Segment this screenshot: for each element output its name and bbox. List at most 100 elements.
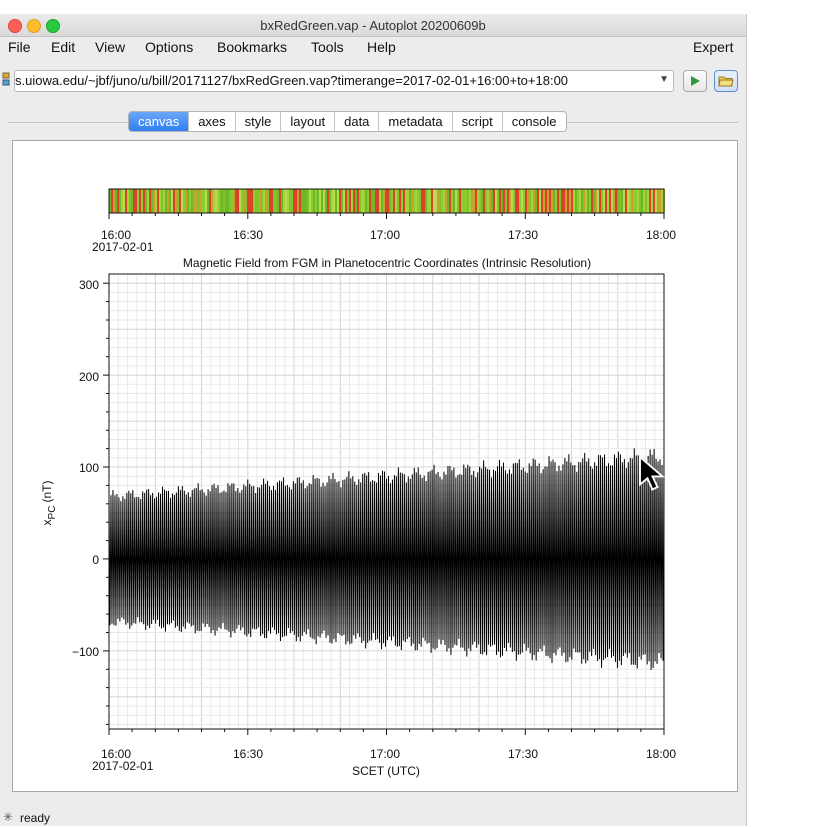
color-strip-cell bbox=[375, 189, 377, 213]
address-input[interactable]: s.uiowa.edu/~jbf/juno/u/bill/20171127/bx… bbox=[14, 70, 674, 92]
color-strip-cell bbox=[249, 189, 251, 213]
tab-style[interactable]: style bbox=[236, 112, 282, 131]
tab-axes[interactable]: axes bbox=[189, 112, 236, 131]
x-date-label: 2017-02-01 bbox=[92, 759, 154, 773]
color-strip-cell bbox=[577, 189, 579, 213]
color-strip-cell bbox=[609, 189, 611, 213]
color-strip-cell bbox=[199, 189, 201, 213]
color-strip-cell bbox=[583, 189, 585, 213]
color-strip-cell bbox=[645, 189, 647, 213]
color-strip-cell bbox=[591, 189, 593, 213]
color-strip-cell bbox=[297, 189, 299, 213]
color-strip-cell bbox=[489, 189, 491, 213]
color-strip-cell bbox=[659, 189, 661, 213]
color-strip-cell bbox=[473, 189, 475, 213]
color-strip-cell bbox=[117, 189, 119, 213]
spinner-icon: ✳ bbox=[3, 810, 14, 824]
color-strip-cell bbox=[601, 189, 603, 213]
menu-tools[interactable]: Tools bbox=[311, 39, 344, 55]
tab-script[interactable]: script bbox=[453, 112, 503, 131]
color-strip-cell bbox=[595, 189, 597, 213]
plot-svg[interactable]: 16:00 16:30 17:00 17:30 18:00 2017-02-01… bbox=[13, 141, 737, 791]
menu-expert[interactable]: Expert bbox=[693, 39, 733, 55]
color-strip-cell bbox=[657, 189, 659, 213]
color-strip-cell bbox=[225, 189, 227, 213]
menu-help[interactable]: Help bbox=[367, 39, 396, 55]
color-strip-cell bbox=[533, 189, 535, 213]
color-strip-cell bbox=[605, 189, 607, 213]
color-strip-cell bbox=[425, 189, 427, 213]
plot-title: Magnetic Field from FGM in Planetocentri… bbox=[183, 256, 591, 270]
color-strip-cell bbox=[651, 189, 653, 213]
color-strip-cell bbox=[337, 189, 339, 213]
color-strip-cell bbox=[179, 189, 181, 213]
color-strip-cell bbox=[257, 189, 259, 213]
color-strip-cell bbox=[487, 189, 489, 213]
color-strip-cell bbox=[151, 189, 153, 213]
color-strip-cell bbox=[243, 189, 245, 213]
menu-edit[interactable]: Edit bbox=[51, 39, 75, 55]
tab-canvas[interactable]: canvas bbox=[129, 112, 190, 131]
color-strip-cell bbox=[181, 189, 183, 213]
color-strip-cell bbox=[345, 189, 347, 213]
color-strip-cell bbox=[615, 189, 617, 213]
color-strip-cell bbox=[271, 189, 273, 213]
color-strip-cell bbox=[597, 189, 599, 213]
color-strip-cell bbox=[423, 189, 425, 213]
color-strip-cell bbox=[281, 189, 283, 213]
color-strip-panel[interactable] bbox=[108, 188, 665, 214]
plot-canvas[interactable]: 16:00 16:30 17:00 17:30 18:00 2017-02-01… bbox=[12, 140, 738, 792]
menu-file[interactable]: File bbox=[8, 39, 31, 55]
color-strip-cell bbox=[221, 189, 223, 213]
color-strip-cell bbox=[331, 189, 333, 213]
open-file-button[interactable] bbox=[714, 70, 738, 92]
color-strip-cell bbox=[395, 189, 397, 213]
color-strip-cell bbox=[539, 189, 541, 213]
color-strip-cell bbox=[385, 189, 387, 213]
color-strip-cell bbox=[523, 189, 525, 213]
x-tick-label-3: 17:30 bbox=[508, 747, 538, 761]
go-button[interactable] bbox=[683, 70, 707, 92]
color-strip-cell bbox=[265, 189, 267, 213]
color-strip-cell bbox=[389, 189, 391, 213]
tab-data[interactable]: data bbox=[335, 112, 380, 131]
color-strip-cell bbox=[341, 189, 343, 213]
color-strip-cell bbox=[161, 189, 163, 213]
color-strip-cell bbox=[253, 189, 255, 213]
color-strip-cell bbox=[421, 189, 423, 213]
folder-icon bbox=[718, 76, 734, 87]
color-strip-cell bbox=[327, 189, 329, 213]
color-strip-cell bbox=[363, 189, 365, 213]
color-strip-cell bbox=[451, 189, 453, 213]
color-strip-cell bbox=[455, 189, 457, 213]
color-strip-cell bbox=[371, 189, 373, 213]
color-strip-cell bbox=[511, 189, 513, 213]
color-strip-cell bbox=[553, 189, 555, 213]
color-strip-cell bbox=[121, 189, 123, 213]
tab-console[interactable]: console bbox=[503, 112, 566, 131]
strip-x-tick-label-4: 18:00 bbox=[646, 228, 676, 242]
color-strip-cell bbox=[655, 189, 657, 213]
color-strip-cell bbox=[647, 189, 649, 213]
chevron-down-icon[interactable]: ▼ bbox=[659, 74, 669, 85]
color-strip-cell bbox=[407, 189, 409, 213]
menu-options[interactable]: Options bbox=[145, 39, 193, 55]
color-strip-cell bbox=[323, 189, 325, 213]
color-strip-cell bbox=[621, 189, 623, 213]
menu-bookmarks[interactable]: Bookmarks bbox=[217, 39, 287, 55]
tab-layout[interactable]: layout bbox=[281, 112, 336, 131]
color-strip-cell bbox=[125, 189, 127, 213]
color-strip-cell bbox=[617, 189, 619, 213]
color-strip-cell bbox=[283, 189, 285, 213]
color-strip-cell bbox=[415, 189, 417, 213]
tab-metadata[interactable]: metadata bbox=[379, 112, 453, 131]
y-axis-label: xPC(nT) bbox=[40, 481, 58, 526]
color-strip-cell bbox=[305, 189, 307, 213]
status-text: ready bbox=[20, 811, 51, 825]
color-strip-cell bbox=[277, 189, 279, 213]
color-strip-cell bbox=[563, 189, 565, 213]
color-strip-cell bbox=[493, 189, 495, 213]
color-strip-cell bbox=[135, 189, 137, 213]
menu-view[interactable]: View bbox=[95, 39, 125, 55]
title-bar[interactable]: bxRedGreen.vap - Autoplot 20200609b bbox=[0, 14, 746, 37]
